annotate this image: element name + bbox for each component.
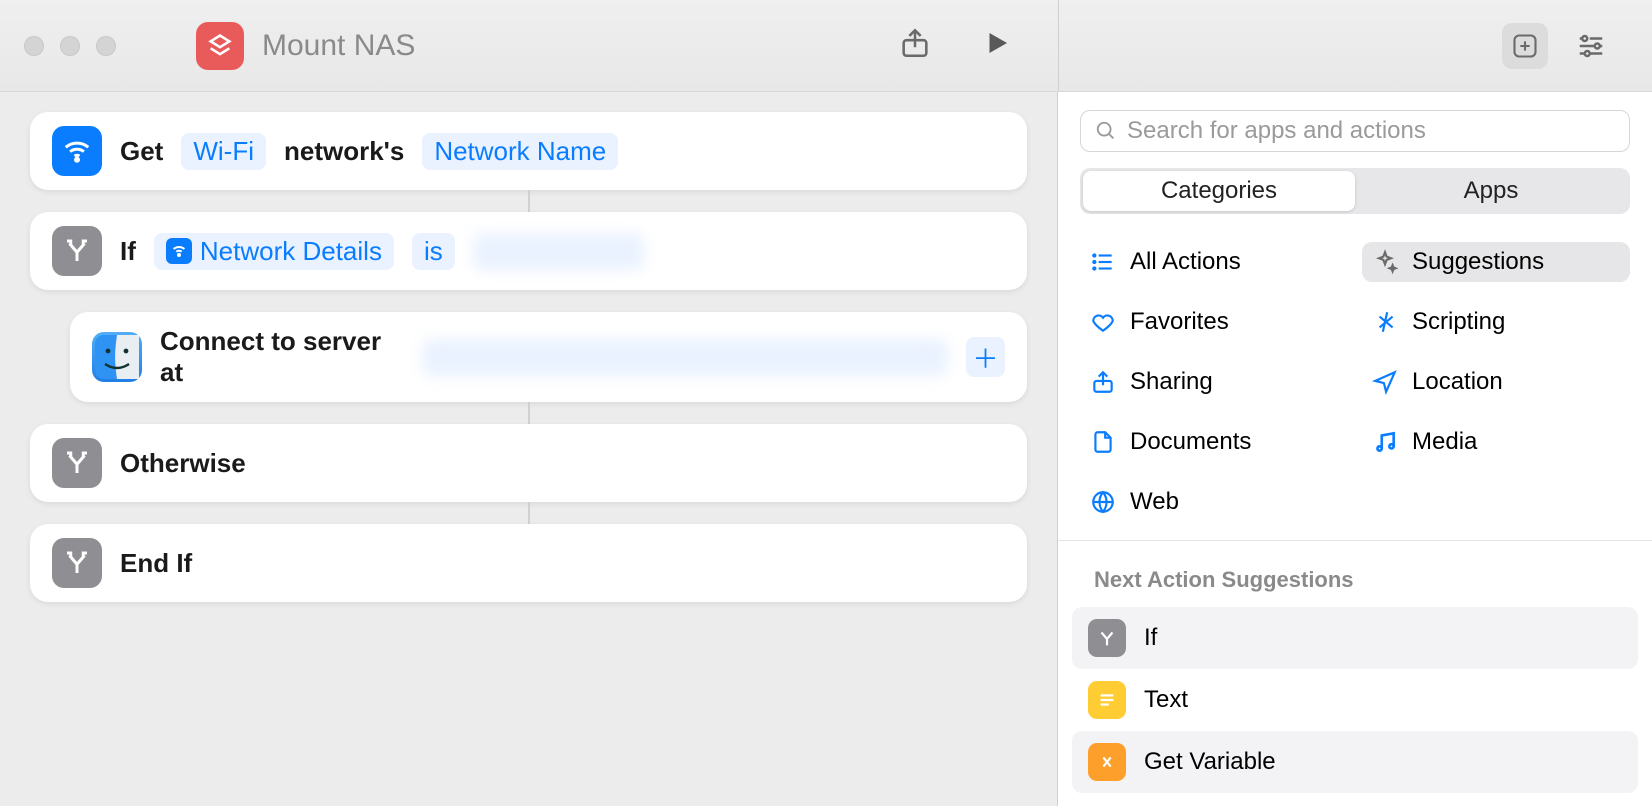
segmented-control[interactable]: Categories Apps xyxy=(1080,168,1630,214)
branch-icon xyxy=(52,438,102,488)
variable-icon xyxy=(1088,743,1126,781)
token-label: Network Details xyxy=(200,236,382,267)
category-location[interactable]: Location xyxy=(1362,362,1630,402)
search-icon xyxy=(1095,120,1117,142)
add-server-button[interactable]: ＋ xyxy=(966,337,1005,377)
category-documents[interactable]: Documents xyxy=(1080,422,1348,462)
token-network-name[interactable]: Network Name xyxy=(422,133,618,170)
segment-categories[interactable]: Categories xyxy=(1083,171,1355,211)
window-controls xyxy=(24,36,116,56)
token-condition-value[interactable]: ████████ xyxy=(473,233,644,270)
shortcut-title: Mount NAS xyxy=(262,29,415,63)
connect-verb: Connect to server at xyxy=(160,326,404,388)
branch-icon xyxy=(52,538,102,588)
category-label: Scripting xyxy=(1412,308,1505,336)
text-connector: network's xyxy=(284,136,404,167)
settings-icon[interactable] xyxy=(1568,23,1614,69)
play-icon[interactable] xyxy=(982,28,1012,63)
token-condition-op[interactable]: is xyxy=(412,233,455,270)
wifi-mini-icon xyxy=(166,238,192,264)
endif-label: End If xyxy=(120,548,192,579)
category-label: Favorites xyxy=(1130,308,1229,336)
titlebar: Mount NAS xyxy=(0,0,1652,92)
search-input[interactable]: Search for apps and actions xyxy=(1080,110,1630,152)
text-icon xyxy=(1088,681,1126,719)
minimize-window-button[interactable] xyxy=(60,36,80,56)
action-connect-to-server[interactable]: Connect to server at ███████████████████… xyxy=(70,312,1027,402)
category-favorites[interactable]: Favorites xyxy=(1080,302,1348,342)
category-label: All Actions xyxy=(1130,248,1241,276)
suggestion-label: If xyxy=(1144,624,1157,652)
next-actions-header: Next Action Suggestions xyxy=(1058,541,1652,607)
token-wifi[interactable]: Wi-Fi xyxy=(181,133,266,170)
category-label: Location xyxy=(1412,368,1503,396)
action-otherwise[interactable]: Otherwise xyxy=(30,424,1027,502)
segment-apps[interactable]: Apps xyxy=(1355,171,1627,211)
category-media[interactable]: Media xyxy=(1362,422,1630,462)
finder-icon xyxy=(92,332,142,382)
category-label: Sharing xyxy=(1130,368,1213,396)
toolbar-divider xyxy=(1058,0,1059,91)
flow-connector xyxy=(528,402,530,424)
wifi-icon xyxy=(52,126,102,176)
shortcut-icon xyxy=(196,22,244,70)
category-sharing[interactable]: Sharing xyxy=(1080,362,1348,402)
branch-icon xyxy=(1088,619,1126,657)
suggestion-label: Get Variable xyxy=(1144,748,1276,776)
if-verb: If xyxy=(120,236,136,267)
token-server-address[interactable]: ████████████████████████████ xyxy=(422,339,948,376)
category-all-actions[interactable]: All Actions xyxy=(1080,242,1348,282)
suggestion-text[interactable]: Text xyxy=(1072,669,1638,731)
workflow-canvas[interactable]: Get Wi-Fi network's Network Name If Netw… xyxy=(0,92,1058,806)
suggestion-get-variable[interactable]: Get Variable xyxy=(1072,731,1638,793)
category-label: Media xyxy=(1412,428,1477,456)
share-icon[interactable] xyxy=(898,26,932,65)
action-end-if[interactable]: End If xyxy=(30,524,1027,602)
token-network-details[interactable]: Network Details xyxy=(154,233,394,270)
library-sidebar: Search for apps and actions Categories A… xyxy=(1058,92,1652,806)
otherwise-label: Otherwise xyxy=(120,448,246,479)
close-window-button[interactable] xyxy=(24,36,44,56)
category-web[interactable]: Web xyxy=(1080,482,1348,522)
categories-grid: All Actions Suggestions Favorites Script… xyxy=(1058,214,1652,541)
library-toggle-button[interactable] xyxy=(1502,23,1548,69)
suggestion-label: Text xyxy=(1144,686,1188,714)
flow-connector xyxy=(528,502,530,524)
search-placeholder: Search for apps and actions xyxy=(1127,117,1426,145)
action-if[interactable]: If Network Details is ████████ xyxy=(30,212,1027,290)
flow-connector xyxy=(528,190,530,212)
category-label: Documents xyxy=(1130,428,1251,456)
suggestions-list: If Text Get Variable xyxy=(1058,607,1652,793)
action-get-network-details[interactable]: Get Wi-Fi network's Network Name xyxy=(30,112,1027,190)
category-suggestions[interactable]: Suggestions xyxy=(1362,242,1630,282)
suggestion-if[interactable]: If xyxy=(1072,607,1638,669)
category-label: Suggestions xyxy=(1412,248,1544,276)
category-label: Web xyxy=(1130,488,1179,516)
branch-icon xyxy=(52,226,102,276)
category-scripting[interactable]: Scripting xyxy=(1362,302,1630,342)
zoom-window-button[interactable] xyxy=(96,36,116,56)
action-verb: Get xyxy=(120,136,163,167)
